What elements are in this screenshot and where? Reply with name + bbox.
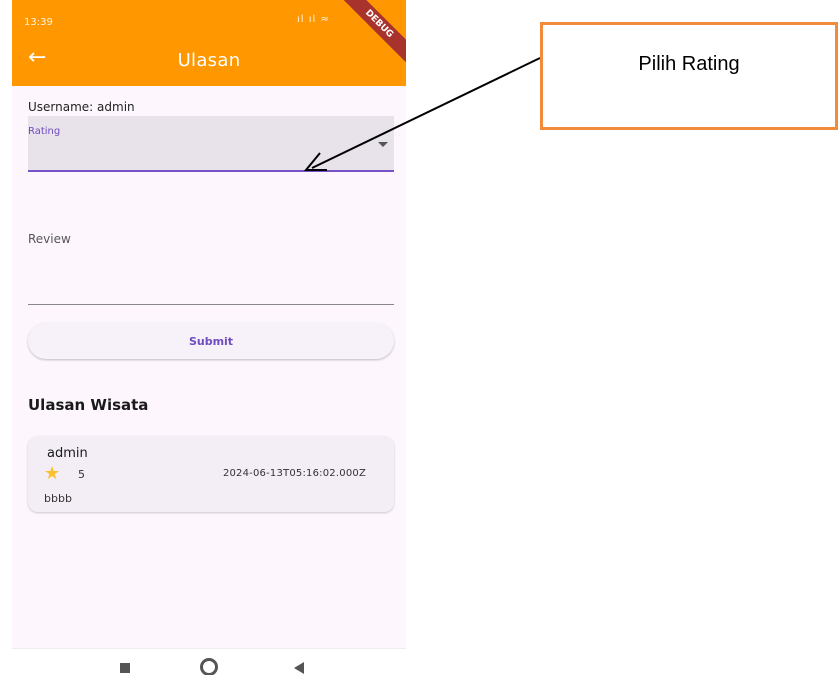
annotation-arrow-line [311, 57, 541, 169]
callout-text: Pilih Rating [638, 53, 740, 75]
annotation-callout: Pilih Rating [540, 22, 838, 130]
